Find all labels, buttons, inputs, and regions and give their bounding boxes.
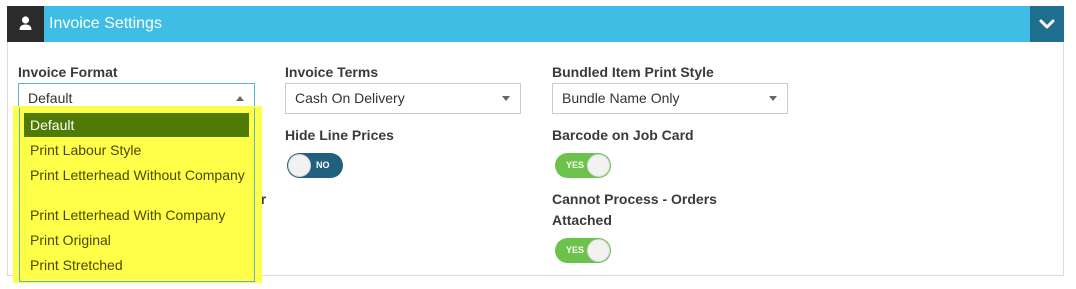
barcode-on-job-card-toggle[interactable]: YES <box>555 153 611 178</box>
panel-title: Invoice Settings <box>49 15 162 32</box>
toggle-state: YES <box>566 245 585 255</box>
user-icon <box>7 6 44 42</box>
barcode-on-job-card-label: Barcode on Job Card <box>552 127 694 143</box>
caret-up-icon <box>236 96 244 101</box>
bundled-item-print-style-label: Bundled Item Print Style <box>552 64 714 80</box>
invoice-terms-label: Invoice Terms <box>285 64 379 80</box>
dropdown-option[interactable]: Print Letterhead With Company <box>24 208 249 223</box>
cannot-process-orders-label-line1: Cannot Process - Orders <box>552 191 717 207</box>
hide-line-prices-toggle[interactable]: NO <box>287 153 343 178</box>
toggle-state: YES <box>566 160 585 170</box>
caret-down-icon <box>769 96 777 101</box>
dropdown-option[interactable]: Print Stretched <box>24 258 249 273</box>
invoice-format-label: Invoice Format <box>18 64 118 80</box>
toggle-knob <box>587 154 610 177</box>
cannot-process-orders-toggle[interactable]: YES <box>555 238 611 263</box>
bundled-item-print-style-select[interactable]: Bundle Name Only <box>552 83 788 114</box>
cannot-process-orders-label-line2: Attached <box>552 212 612 228</box>
dropdown-option[interactable]: Print Original <box>24 233 249 248</box>
toggle-knob <box>587 239 610 262</box>
bundled-item-print-style-value: Bundle Name Only <box>562 90 680 106</box>
invoice-format-dropdown-list: Default Print Labour Style Print Letterh… <box>19 108 255 282</box>
toggle-knob <box>288 154 311 177</box>
hide-line-prices-label: Hide Line Prices <box>285 127 394 143</box>
invoice-terms-value: Cash On Delivery <box>295 90 405 106</box>
caret-down-icon <box>502 96 510 101</box>
dropdown-option[interactable]: Print Labour Style <box>24 143 249 158</box>
dropdown-option[interactable]: Print Letterhead Without Company <box>24 168 249 183</box>
panel-header[interactable]: Invoice Settings <box>7 6 1064 42</box>
chevron-down-icon[interactable] <box>1030 6 1064 42</box>
toggle-state: NO <box>316 160 330 170</box>
invoice-format-value: Default <box>28 90 73 106</box>
invoice-terms-select[interactable]: Cash On Delivery <box>285 83 521 114</box>
dropdown-option[interactable]: Default <box>24 113 249 137</box>
